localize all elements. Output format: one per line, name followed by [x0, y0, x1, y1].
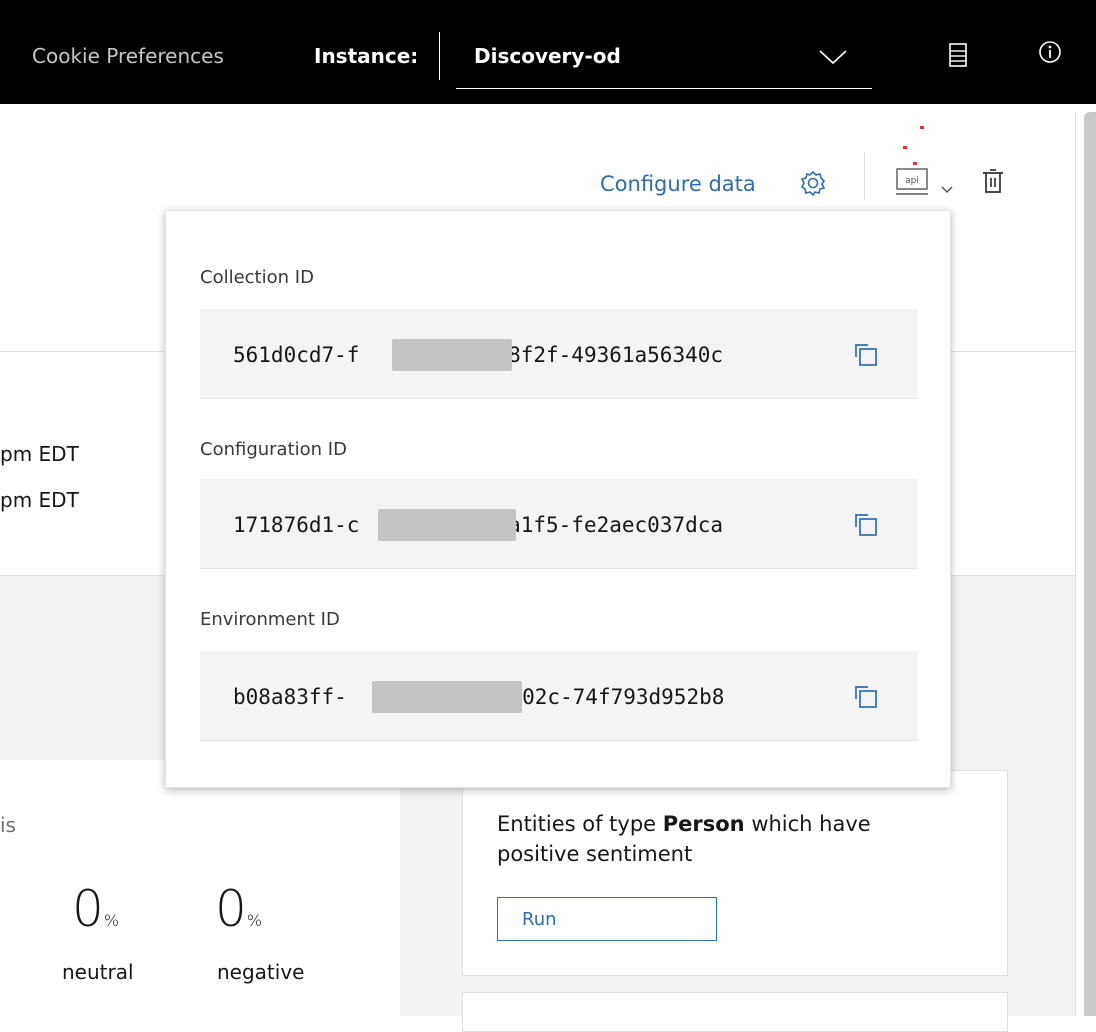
neutral-stat: 0% [72, 884, 119, 934]
stat-value: 0 [72, 880, 104, 938]
query-card [462, 992, 1008, 1032]
configure-data-link[interactable]: Configure data [600, 172, 756, 196]
id-prefix: b08a83ff- [233, 685, 347, 709]
id-suffix: -a1f5-fe2aec037dca [495, 513, 724, 537]
query-card: Entities of type Person which have posit… [462, 770, 1008, 976]
copy-icon[interactable] [854, 343, 878, 371]
chevron-down-icon [818, 48, 848, 70]
query-text: Entities of type [497, 812, 663, 836]
api-info-popover: Collection ID 561d0cd7-f -8f2f-49361a5634… [165, 210, 951, 788]
run-button[interactable]: Run [497, 897, 717, 941]
gear-icon[interactable] [800, 170, 826, 200]
chevron-down-icon[interactable] [940, 180, 954, 199]
redaction-blur [392, 339, 512, 371]
environment-id-field[interactable]: b08a83ff- -a02c-74f793d952b8 [200, 651, 918, 741]
environment-id-label: Environment ID [200, 609, 340, 630]
info-icon[interactable] [1038, 40, 1062, 68]
redaction-blur [378, 509, 516, 541]
configuration-id-field[interactable]: 171876d1-c -a1f5-fe2aec037dca [200, 479, 918, 569]
instance-label: Instance: [314, 44, 419, 68]
sentiment-panel [0, 760, 400, 1016]
panel-heading: is [0, 813, 16, 837]
trash-icon[interactable] [982, 168, 1004, 198]
copy-icon[interactable] [854, 513, 878, 541]
status-mark [913, 162, 917, 165]
status-mark [903, 146, 907, 149]
document-icon[interactable] [949, 43, 967, 71]
api-icon[interactable]: api [896, 168, 930, 200]
collection-id-label: Collection ID [200, 267, 314, 288]
cookie-preferences-link[interactable]: Cookie Preferences [32, 44, 224, 68]
id-prefix: 171876d1-c [233, 513, 360, 537]
instance-divider [439, 32, 440, 80]
created-time: pm EDT [0, 442, 79, 466]
top-bar: Cookie Preferences Instance: Discovery-o… [0, 0, 1096, 104]
id-prefix: 561d0cd7-f [233, 343, 360, 367]
negative-stat: 0% [215, 884, 262, 934]
id-suffix: -8f2f-49361a56340c [495, 343, 724, 367]
query-entity-type: Person [662, 812, 745, 836]
status-mark [920, 126, 924, 129]
configuration-id-label: Configuration ID [200, 439, 347, 460]
id-suffix: -a02c-74f793d952b8 [496, 685, 725, 709]
content-edge [1075, 112, 1076, 1016]
collection-id-field[interactable]: 561d0cd7-f -8f2f-49361a56340c [200, 309, 918, 399]
stat-unit: % [246, 911, 263, 930]
neutral-label: neutral [62, 960, 134, 984]
updated-time: pm EDT [0, 488, 79, 512]
instance-select[interactable]: Discovery-od [456, 32, 872, 89]
negative-label: negative [217, 960, 305, 984]
toolbar-divider [864, 152, 865, 200]
copy-icon[interactable] [854, 685, 878, 713]
stat-value: 0 [215, 880, 247, 938]
instance-select-value: Discovery-od [474, 44, 621, 68]
stat-unit: % [103, 911, 120, 930]
redaction-blur [372, 681, 522, 713]
scrollbar[interactable] [1084, 112, 1096, 1016]
query-card-text: Entities of type Person which have posit… [497, 809, 897, 869]
svg-text:api: api [905, 176, 919, 186]
